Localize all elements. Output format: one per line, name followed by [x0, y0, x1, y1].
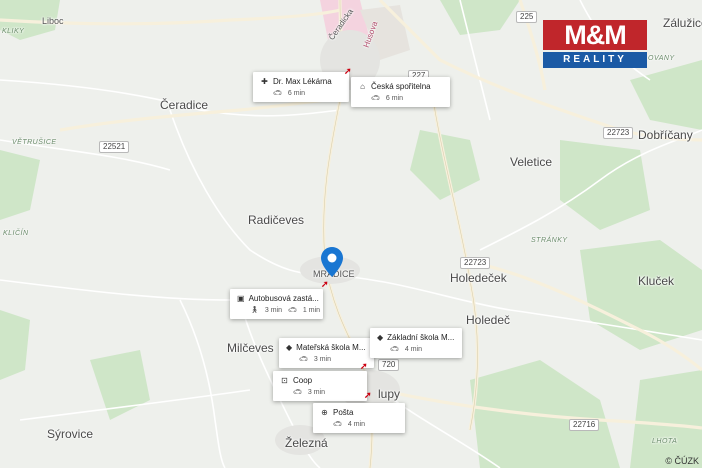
place-dobricany: Dobříčany: [638, 128, 693, 142]
place-syrovice: Sýrovice: [47, 427, 94, 441]
place-radiceves: Radičeves: [248, 213, 305, 227]
car-icon: 🚗︎: [371, 95, 380, 102]
place-zaluzice: Záluži­ce: [663, 16, 702, 30]
mm-reality-logo[interactable]: M&M REALITY: [543, 20, 647, 68]
post-office-icon: ⊕: [321, 408, 328, 417]
place-ovany: OVANY: [648, 55, 675, 62]
poi-car-time: 6 min: [385, 95, 404, 102]
poi-car-time: 4 min: [404, 346, 423, 353]
poi-card-post-office[interactable]: ⊕ Pošta 🚗︎ 4 min: [313, 403, 405, 433]
poi-name: Dr. Max Lékárna: [273, 77, 332, 86]
road-label-720: 720: [378, 359, 400, 371]
place-zelezna: Železná: [285, 436, 328, 450]
car-icon: 🚗︎: [293, 389, 302, 396]
location-pin-icon[interactable]: [321, 247, 343, 277]
poi-name: Mateřská škola M...: [296, 343, 366, 352]
place-kliky: KLIKY: [2, 28, 25, 35]
place-milceves: Milčeves: [227, 341, 274, 355]
car-icon: 🚗︎: [390, 346, 399, 353]
car-icon: 🚗︎: [273, 90, 282, 97]
place-veletice: Veletice: [510, 155, 553, 169]
poi-car-time: 3 min: [313, 356, 332, 363]
copyright-notice: © ČÚZK: [665, 456, 699, 466]
place-vetrusice: VĚTRUŠICE: [12, 139, 57, 146]
poi-name: Základní škola M...: [387, 333, 455, 342]
poi-card-coop[interactable]: ⊡ Coop 🚗︎ 3 min: [273, 371, 367, 401]
place-ceradice: Čeradice: [160, 98, 209, 112]
poi-name: Coop: [293, 376, 313, 385]
shopping-cart-icon: ⊡: [281, 376, 288, 385]
road-label-22723-east: 22723: [603, 127, 634, 139]
poi-walk-time: 3 min: [264, 307, 283, 314]
poi-card-pharmacy[interactable]: ✚ Dr. Max Lékárna 🚗︎ 6 min: [253, 72, 349, 102]
poi-car-time: 4 min: [347, 421, 366, 428]
poi-card-primary-school[interactable]: ◆ Základní škola M... 🚗︎ 4 min: [370, 328, 462, 358]
place-lhota: LHOTA: [652, 438, 678, 445]
bus-icon: ▣: [237, 294, 245, 303]
car-icon: 🚗︎: [333, 421, 342, 428]
place-klicin: KLIČÍN: [3, 230, 29, 237]
place-lupy: lupy: [378, 387, 401, 401]
logo-tagline: REALITY: [543, 52, 647, 68]
road-label-22716: 22716: [569, 419, 600, 431]
route-arrow-icon: ➚: [364, 390, 372, 400]
place-holedec: Holedeč: [466, 313, 511, 327]
road-label-225: 225: [516, 11, 538, 23]
school-icon: ◆: [377, 333, 384, 342]
poi-name: Pošta: [333, 408, 354, 417]
road-label-22521: 22521: [99, 141, 130, 153]
logo-brand: M&M: [543, 20, 647, 50]
poi-car-time: 6 min: [287, 90, 306, 97]
place-klucek: Kluček: [638, 274, 675, 288]
walk-icon: 🚶︎: [250, 307, 259, 314]
pharmacy-icon: ✚: [261, 77, 268, 86]
bank-icon: ⌂: [360, 82, 365, 91]
car-icon: 🚗︎: [299, 356, 308, 363]
school-icon: ◆: [286, 343, 293, 352]
place-liboc: Liboc: [42, 16, 64, 26]
poi-car-time: 1 min: [302, 307, 321, 314]
car-icon: 🚗︎: [288, 307, 297, 314]
poi-name: Autobusová zastá...: [248, 294, 319, 303]
place-stranky: STRÁNKY: [531, 237, 568, 244]
route-arrow-icon: ➚: [321, 279, 329, 289]
poi-name: Česká spořitelna: [371, 82, 431, 91]
poi-car-time: 3 min: [307, 389, 326, 396]
route-arrow-icon: ➚: [344, 66, 352, 76]
poi-card-bus-stop[interactable]: ▣ Autobusová zastá... 🚶︎ 3 min 🚗︎ 1 min: [230, 289, 323, 319]
poi-card-bank[interactable]: ⌂ Česká spořitelna 🚗︎ 6 min: [351, 77, 450, 107]
place-holedecek: Holedeček: [450, 271, 507, 285]
road-label-22723: 22723: [460, 257, 491, 269]
